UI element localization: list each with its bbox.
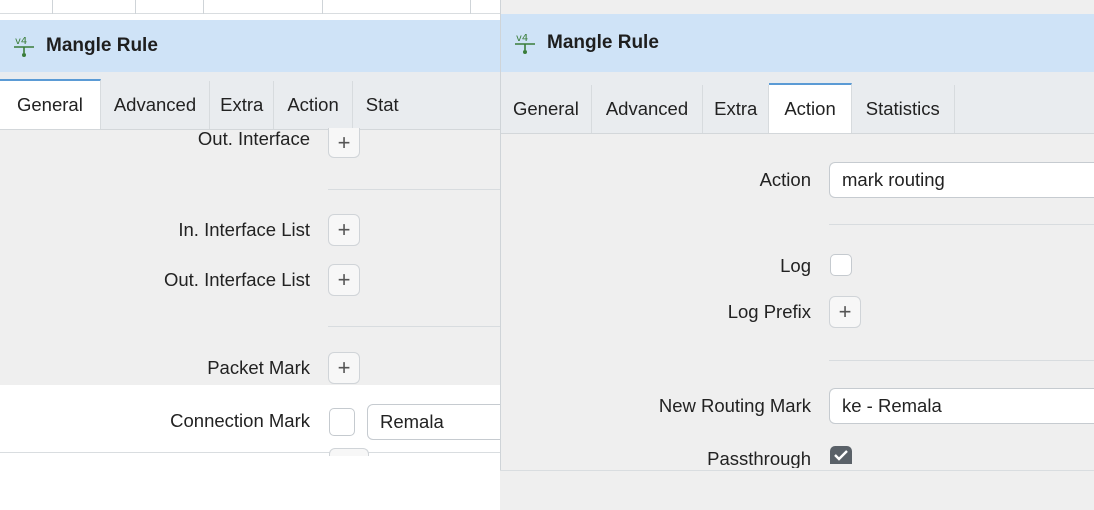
tab-extra[interactable]: Extra [703, 85, 770, 133]
tab-extra[interactable]: Extra [210, 81, 275, 129]
window-title: Mangle Rule [547, 32, 659, 53]
general-tab-content: Out. Interface + In. Interface List + Ou… [0, 128, 500, 385]
tab-statistics[interactable]: Stat [352, 81, 412, 129]
checkmark-icon [834, 450, 848, 461]
tab-general[interactable]: General [501, 85, 592, 133]
tab-general[interactable]: General [0, 79, 101, 129]
action-label: Action [759, 169, 811, 190]
new-routing-mark-label: New Routing Mark [658, 395, 811, 416]
passthrough-checkbox[interactable] [830, 446, 852, 464]
tab-bar: General Advanced Extra Action Stat [0, 72, 500, 130]
action-tab-content: Action mark routing Log Log Prefix + New… [501, 134, 1094, 470]
connection-mark-label: Connection Mark [170, 410, 310, 431]
partial-control [329, 448, 369, 456]
svg-text:v4: v4 [15, 36, 27, 47]
background-table-strip [0, 0, 500, 14]
connection-mark-input[interactable]: Remala [367, 404, 500, 440]
passthrough-label: Passthrough [707, 448, 811, 468]
action-select[interactable]: mark routing [829, 162, 1094, 198]
divider [328, 189, 500, 190]
divider [829, 360, 1094, 361]
tab-bar: General Advanced Extra Action Statistics [501, 72, 1094, 134]
tab-action[interactable]: Action [274, 81, 353, 129]
out-interface-label: Out. Interface [197, 128, 310, 149]
log-label: Log [780, 255, 811, 276]
tab-statistics[interactable]: Statistics [851, 85, 955, 133]
divider [829, 224, 1094, 225]
window-titlebar[interactable]: v4 Mangle Rule [501, 14, 1094, 72]
mangle-rule-window-left: v4 Mangle Rule General Advanced Extra Ac… [0, 0, 500, 510]
log-checkbox[interactable] [830, 254, 852, 276]
mangle-rule-window-right: v4 Mangle Rule General Advanced Extra Ac… [500, 0, 1094, 470]
tab-advanced[interactable]: Advanced [100, 81, 211, 129]
log-prefix-label: Log Prefix [727, 301, 811, 322]
mangle-rule-icon: v4 [14, 36, 34, 57]
out-interface-list-label: Out. Interface List [163, 269, 310, 290]
tab-advanced[interactable]: Advanced [591, 85, 704, 133]
new-routing-mark-input[interactable]: ke - Remala [829, 388, 1094, 424]
divider [328, 326, 500, 327]
out-interface-add-button[interactable]: + [328, 128, 360, 158]
log-prefix-add-button[interactable]: + [829, 296, 861, 328]
window-title: Mangle Rule [46, 35, 158, 56]
mangle-rule-icon: v4 [515, 33, 535, 54]
out-interface-list-add-button[interactable]: + [328, 264, 360, 296]
connection-mark-negate-checkbox[interactable] [329, 408, 355, 436]
window-footer [500, 470, 1094, 510]
in-interface-list-label: In. Interface List [178, 219, 310, 240]
packet-mark-label: Packet Mark [207, 357, 310, 378]
window-titlebar[interactable]: v4 Mangle Rule [0, 20, 500, 72]
tab-action[interactable]: Action [769, 83, 852, 133]
svg-text:v4: v4 [516, 33, 528, 44]
packet-mark-add-button[interactable]: + [328, 352, 360, 384]
in-interface-list-add-button[interactable]: + [328, 214, 360, 246]
window-footer [0, 452, 500, 510]
